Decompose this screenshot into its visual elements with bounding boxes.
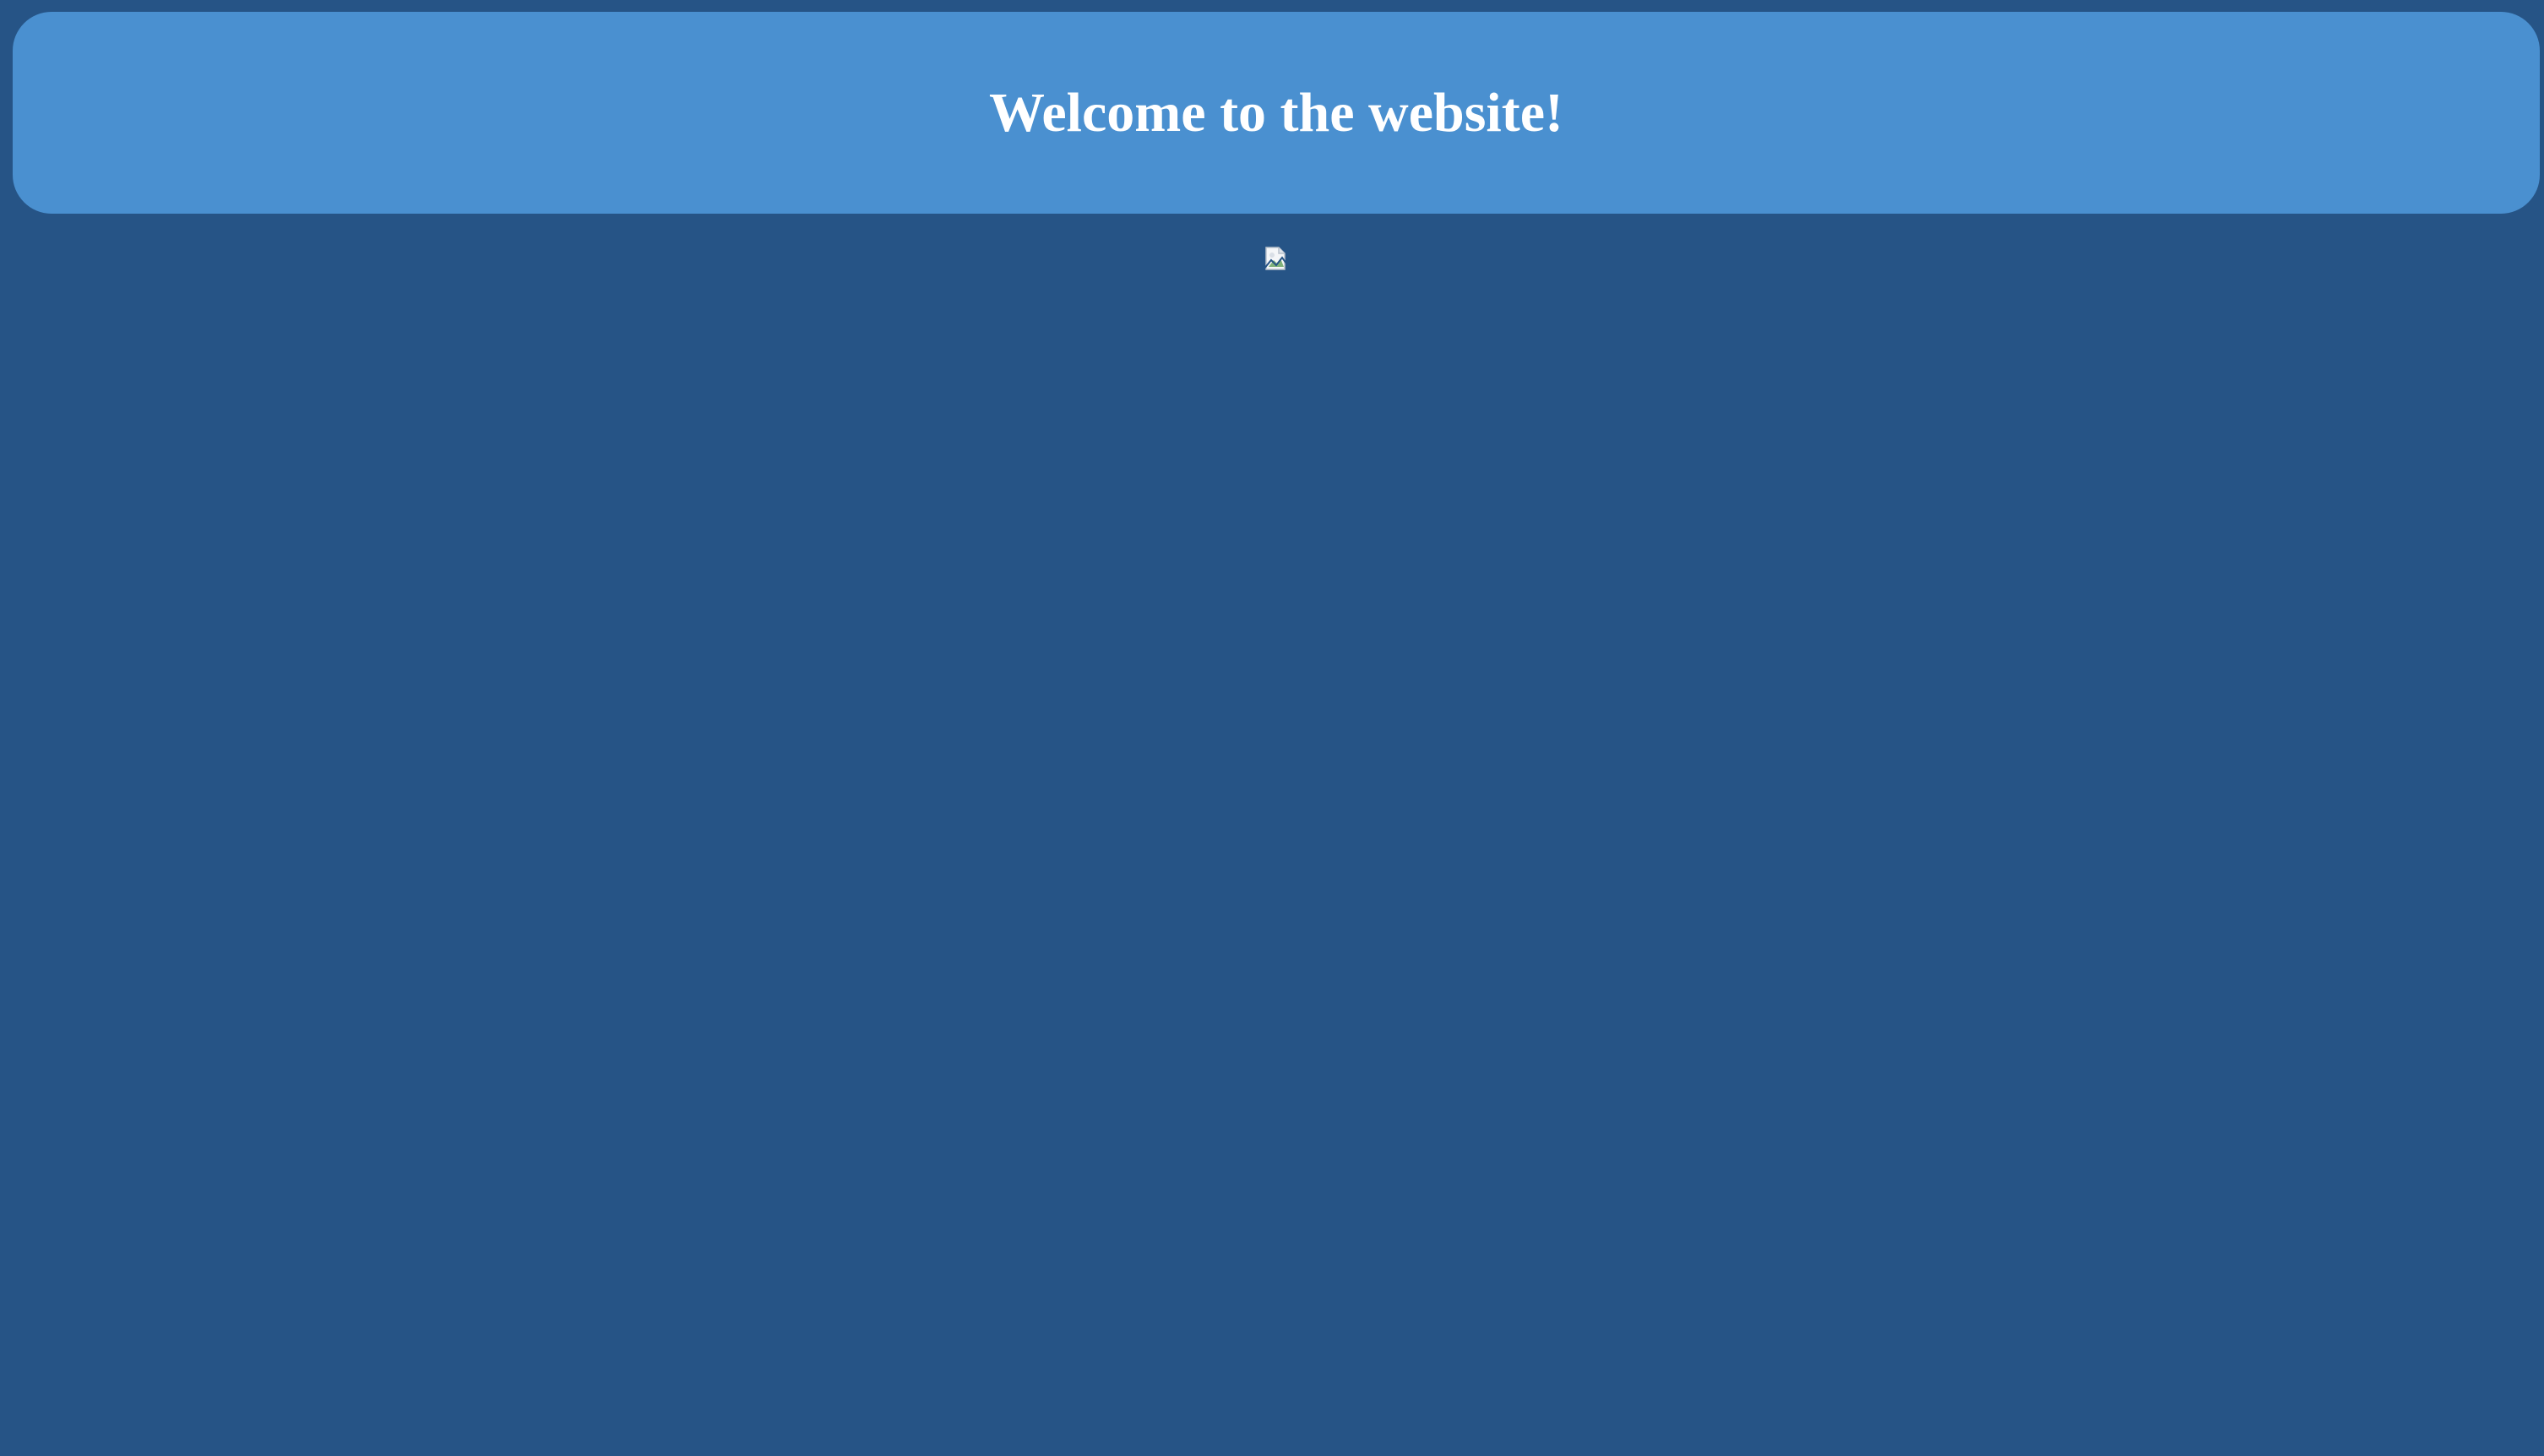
site-header: Welcome to the website! — [13, 12, 2540, 214]
page-title: Welcome to the website! — [989, 81, 1563, 144]
broken-image-icon — [1263, 245, 1291, 272]
